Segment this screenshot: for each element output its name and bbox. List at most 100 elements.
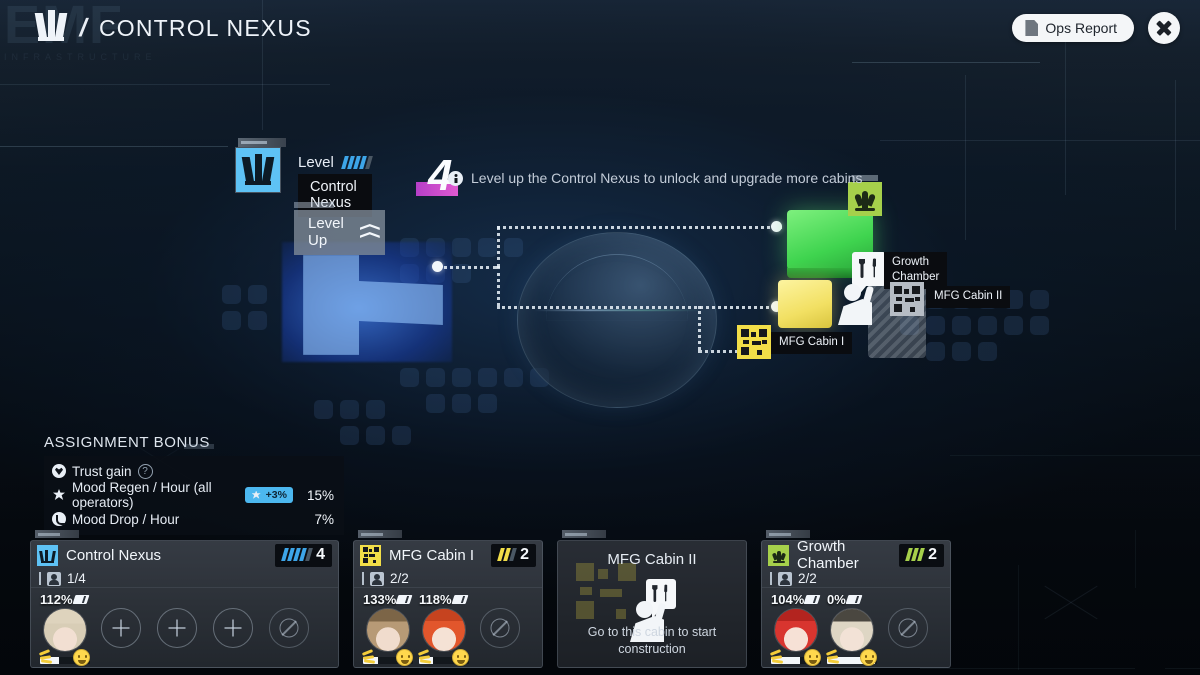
card-tab — [35, 530, 79, 538]
plus-icon — [101, 608, 141, 648]
assignment-bonus-panel: ASSIGNMENT BONUS Trust gain ? Mood Regen… — [44, 434, 344, 535]
bonus-label: Trust gain — [72, 463, 132, 479]
mood-down-icon — [52, 512, 66, 526]
operator-slot[interactable]: 104% — [768, 592, 824, 666]
elite-wing-icon — [769, 649, 785, 664]
efficiency-value: 118% — [419, 592, 464, 607]
avatar — [774, 608, 818, 652]
map-badge-mfg-cabin-2[interactable] — [890, 282, 924, 316]
mood-icon — [73, 649, 90, 666]
operator-slot[interactable]: 0% — [824, 592, 880, 666]
control-nexus-screen: EMF INFRASTRUCTURE / CONTROL NEXUS Ops R… — [0, 0, 1200, 675]
level-pips — [497, 548, 517, 561]
level-up-label: Level Up — [308, 215, 344, 249]
buff-badge: +3% — [244, 487, 293, 503]
close-button[interactable] — [1148, 12, 1180, 44]
control-nexus-icon — [37, 544, 58, 566]
control-nexus-icon — [34, 10, 68, 43]
locked-icon — [480, 608, 520, 648]
level-row: Level — [298, 154, 373, 171]
bonus-label: Mood Drop / Hour — [72, 511, 180, 527]
avatar — [366, 608, 410, 652]
locked-operator-slot — [880, 592, 936, 664]
locked-icon — [888, 608, 928, 648]
plus-icon — [213, 608, 253, 648]
mood-icon — [860, 649, 877, 666]
operator-slot[interactable]: 118% — [416, 592, 472, 666]
operator-slot[interactable]: 133% — [360, 592, 416, 666]
operator-icon — [370, 571, 384, 586]
help-icon[interactable]: ? — [137, 463, 153, 479]
card-tab — [562, 530, 606, 538]
level-pips — [281, 548, 313, 561]
ops-report-label: Ops Report — [1045, 20, 1117, 36]
efficiency-value: 112% — [40, 592, 85, 607]
mfg-icon — [360, 544, 381, 566]
page-header: / CONTROL NEXUS Ops Report — [0, 0, 1200, 56]
mfg-icon — [894, 286, 920, 312]
level-hint: Level up the Control Nexus to unlock and… — [448, 170, 862, 186]
card-level-value: 4 — [316, 545, 325, 563]
operator-slot[interactable]: 112% — [37, 592, 93, 666]
efficiency-icon — [395, 595, 408, 604]
header-actions: Ops Report — [1012, 12, 1180, 44]
double-chevron-up-icon — [359, 223, 380, 241]
avatar — [830, 608, 874, 652]
card-header: Control Nexus 4 — [31, 541, 338, 569]
central-dome — [517, 232, 717, 408]
assignment-bonus-title: ASSIGNMENT BONUS — [44, 434, 344, 451]
facility-card-growth-chamber[interactable]: Growth Chamber 2 2/2 104% 0% — [761, 530, 951, 668]
construction-message: Go to this cabin to start construction — [587, 625, 717, 656]
control-nexus-icon — [236, 148, 280, 192]
facility-map: Growth Chamber MFG Cabin I MFG Cabin II — [0, 60, 1200, 445]
card-title: Control Nexus — [66, 546, 162, 564]
empty-operator-slot[interactable] — [205, 592, 261, 664]
path-node — [432, 261, 443, 272]
map-badge-mfg-cabin-1[interactable] — [737, 325, 771, 359]
assignment-bonus-list: Trust gain ? Mood Regen / Hour (all oper… — [44, 456, 344, 535]
operator-slots: 133% 118% — [354, 588, 542, 666]
empty-operator-slot[interactable] — [149, 592, 205, 664]
bonus-value: 15% — [306, 487, 334, 503]
card-header: Growth Chamber 2 — [762, 538, 950, 572]
level-up-button[interactable]: Level Up — [294, 210, 385, 255]
facility-card-mfg-cabin-1[interactable]: MFG Cabin I 2 2/2 133% 118% — [353, 530, 543, 668]
path-segment — [497, 306, 781, 309]
worker-icon — [838, 282, 884, 330]
bonus-label: Mood Regen / Hour (all operators) — [72, 480, 212, 510]
facility-card-mfg-cabin-2[interactable]: MFG Cabin II Go to this cabin to start c… — [557, 530, 747, 668]
empty-operator-slot[interactable] — [93, 592, 149, 664]
card-occupancy: 1/4 — [67, 571, 86, 586]
mood-icon — [452, 649, 469, 666]
elite-wing-icon — [417, 649, 433, 664]
avatar — [422, 608, 466, 652]
efficiency-icon — [451, 595, 464, 604]
path-segment — [698, 306, 701, 350]
elite-wing-icon — [38, 649, 54, 664]
plus-icon — [157, 608, 197, 648]
efficiency-icon — [803, 595, 816, 604]
card-level-badge: 4 — [275, 543, 332, 567]
efficiency-value: 133% — [363, 592, 408, 607]
operator-slots: 112% — [31, 588, 338, 666]
facility-card-control-nexus[interactable]: Control Nexus 4 1/4 112% — [30, 530, 339, 668]
locked-operator-slot — [261, 592, 317, 664]
path-node — [771, 221, 782, 232]
card-occupancy: 2/2 — [390, 571, 409, 586]
ops-report-button[interactable]: Ops Report — [1012, 14, 1134, 42]
operator-slots: 104% 0% — [762, 588, 950, 666]
card-level-badge: 2 — [491, 543, 536, 567]
card-tab — [766, 530, 810, 538]
card-level-value: 2 — [520, 545, 529, 563]
buff-icon — [251, 490, 262, 501]
operator-icon — [47, 571, 61, 586]
bonus-row-mood-drop: Mood Drop / Hour 7% — [44, 507, 344, 531]
card-title: MFG Cabin II — [607, 551, 697, 568]
page-title: CONTROL NEXUS — [98, 14, 312, 41]
map-badge-growth-chamber[interactable] — [848, 175, 882, 216]
card-level-badge: 2 — [899, 543, 944, 567]
mfg-icon — [576, 563, 636, 619]
efficiency-value: 104% — [771, 592, 816, 607]
trust-icon — [52, 464, 66, 478]
card-occupancy-row: 1/4 — [31, 569, 338, 588]
